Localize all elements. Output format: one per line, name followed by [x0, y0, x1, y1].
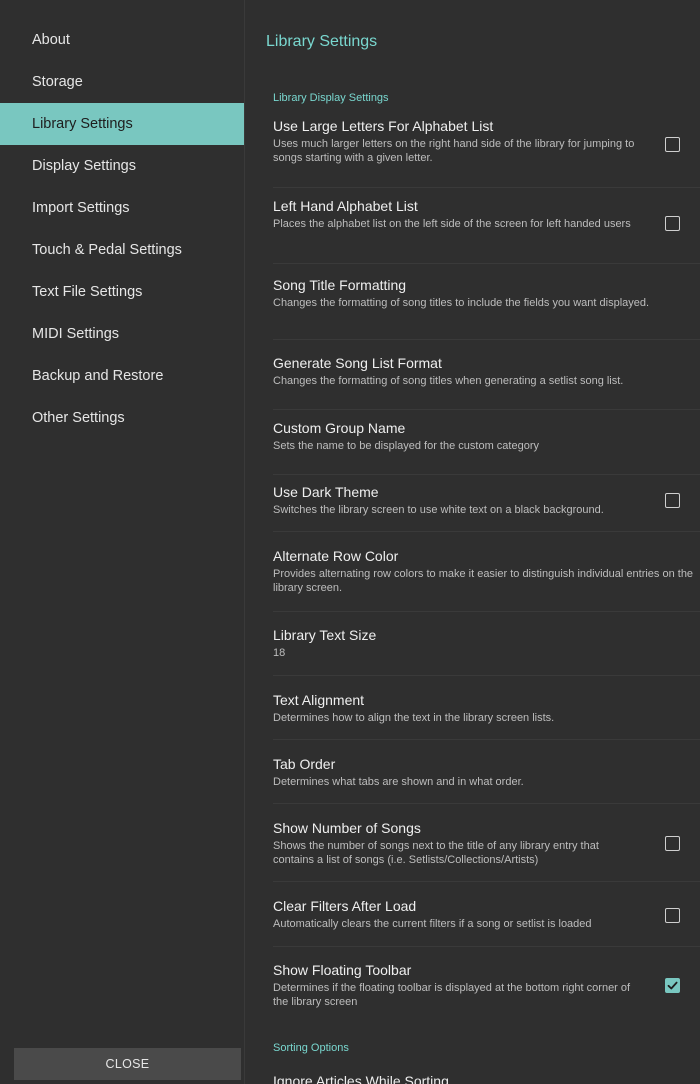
sidebar-item-other-settings[interactable]: Other Settings	[0, 397, 244, 439]
setting-description: Places the alphabet list on the left sid…	[273, 218, 631, 230]
setting-description: Shows the number of songs next to the ti…	[273, 840, 599, 866]
sidebar: About Storage Library Settings Display S…	[0, 0, 245, 1084]
setting-row-dark-theme[interactable]: Use Dark Theme Switches the library scre…	[273, 484, 700, 532]
sidebar-item-backup-restore[interactable]: Backup and Restore	[0, 355, 244, 397]
setting-title: Generate Song List Format	[273, 355, 442, 371]
setting-title: Text Alignment	[273, 692, 365, 708]
setting-description: Changes the formatting of song titles wh…	[273, 375, 624, 387]
setting-row-song-title-formatting[interactable]: Song Title Formatting Changes the format…	[273, 277, 700, 340]
sidebar-item-touch-pedal-settings[interactable]: Touch & Pedal Settings	[0, 229, 244, 271]
setting-description: Provides alternating row colors to make …	[273, 568, 694, 594]
setting-title: Clear Filters After Load	[273, 898, 417, 914]
setting-row-clear-filters[interactable]: Clear Filters After Load Automatically c…	[273, 898, 700, 947]
left-hand-alphabet-checkbox[interactable]	[665, 216, 680, 231]
setting-title: Alternate Row Color	[273, 548, 399, 564]
sidebar-item-about[interactable]: About	[0, 19, 244, 61]
dark-theme-checkbox[interactable]	[665, 493, 680, 508]
setting-title: Left Hand Alphabet List	[273, 198, 418, 214]
sidebar-item-text-file-settings[interactable]: Text File Settings	[0, 271, 244, 313]
page-title: Library Settings	[266, 33, 378, 50]
setting-value: 18	[273, 647, 286, 659]
setting-title: Show Number of Songs	[273, 820, 421, 836]
setting-title: Custom Group Name	[273, 420, 406, 436]
clear-filters-checkbox[interactable]	[665, 908, 680, 923]
section-header-display: Library Display Settings	[273, 92, 389, 104]
setting-description: Determines what tabs are shown and in wh…	[273, 776, 524, 788]
floating-toolbar-checkbox[interactable]	[665, 978, 680, 993]
setting-row-left-hand-alphabet[interactable]: Left Hand Alphabet List Places the alpha…	[273, 198, 700, 264]
setting-description: Changes the formatting of song titles to…	[273, 297, 650, 309]
setting-row-number-of-songs[interactable]: Show Number of Songs Shows the number of…	[273, 820, 700, 882]
setting-title: Show Floating Toolbar	[273, 962, 412, 978]
setting-title: Song Title Formatting	[273, 277, 407, 293]
setting-description: Sets the name to be displayed for the cu…	[273, 440, 539, 452]
settings-panel: Library Settings Library Display Setting…	[246, 0, 700, 1084]
check-icon	[667, 981, 678, 990]
setting-row-tab-order[interactable]: Tab Order Determines what tabs are shown…	[273, 756, 700, 804]
setting-title: Ignore Articles While Sorting	[273, 1073, 449, 1084]
close-button[interactable]: CLOSE	[14, 1048, 241, 1080]
setting-title: Library Text Size	[273, 627, 377, 643]
large-letters-checkbox[interactable]	[665, 137, 680, 152]
sidebar-item-storage[interactable]: Storage	[0, 61, 244, 103]
setting-row-ignore-articles[interactable]: Ignore Articles While Sorting	[273, 1073, 700, 1084]
sidebar-list: About Storage Library Settings Display S…	[0, 0, 244, 439]
setting-description: Determines how to align the text in the …	[273, 712, 555, 724]
sidebar-item-midi-settings[interactable]: MIDI Settings	[0, 313, 244, 355]
section-header-sorting: Sorting Options	[273, 1042, 349, 1054]
setting-row-custom-group-name[interactable]: Custom Group Name Sets the name to be di…	[273, 420, 700, 475]
setting-title: Tab Order	[273, 756, 336, 772]
setting-row-large-letters[interactable]: Use Large Letters For Alphabet List Uses…	[273, 118, 700, 188]
setting-row-alternate-row-color[interactable]: Alternate Row Color Provides alternating…	[273, 548, 700, 612]
setting-description: Determines if the floating toolbar is di…	[273, 982, 631, 1008]
setting-row-floating-toolbar[interactable]: Show Floating Toolbar Determines if the …	[273, 962, 700, 1022]
setting-description: Switches the library screen to use white…	[273, 504, 604, 516]
sidebar-item-import-settings[interactable]: Import Settings	[0, 187, 244, 229]
setting-row-song-list-format[interactable]: Generate Song List Format Changes the fo…	[273, 355, 700, 410]
sidebar-item-library-settings[interactable]: Library Settings	[0, 103, 244, 145]
setting-title: Use Dark Theme	[273, 484, 379, 500]
setting-title: Use Large Letters For Alphabet List	[273, 118, 494, 134]
setting-description: Uses much larger letters on the right ha…	[273, 138, 635, 164]
sidebar-item-display-settings[interactable]: Display Settings	[0, 145, 244, 187]
number-of-songs-checkbox[interactable]	[665, 836, 680, 851]
setting-row-text-alignment[interactable]: Text Alignment Determines how to align t…	[273, 692, 700, 740]
setting-row-library-text-size[interactable]: Library Text Size 18	[273, 627, 700, 676]
setting-description: Automatically clears the current filters…	[273, 918, 592, 930]
